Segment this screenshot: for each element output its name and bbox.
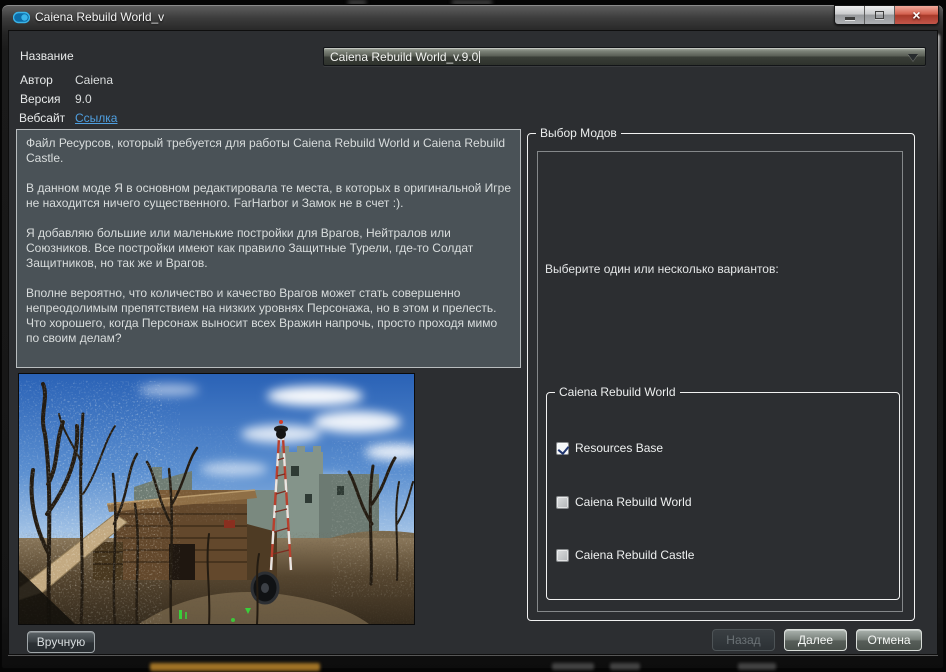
close-button[interactable]: ×	[895, 6, 938, 24]
option-label: Caiena Rebuild Castle	[575, 548, 694, 562]
frame-bottom-highlight	[8, 655, 938, 656]
cancel-button[interactable]: Отмена	[856, 629, 922, 651]
mod-version-value: Caiena Rebuild World_v.9.0	[330, 50, 478, 64]
author-value: Caiena	[75, 73, 113, 87]
window-title: Caiena Rebuild World_v	[35, 10, 164, 24]
description-paragraph: Вполне вероятно, что количество и качест…	[26, 286, 511, 346]
minimize-icon	[845, 17, 855, 20]
website-label: Вебсайт	[19, 111, 65, 125]
description-paragraph: Файл Ресурсов, который требуется для раб…	[26, 136, 511, 166]
option-label: Caiena Rebuild World	[575, 495, 692, 509]
description-paragraph: Я добавляю большие или маленькие построй…	[26, 226, 511, 271]
desktop-glimpse	[738, 663, 776, 670]
manual-button[interactable]: Вручную	[27, 631, 95, 653]
next-button[interactable]: Далее	[784, 629, 847, 651]
window-controls: ×	[834, 5, 939, 25]
text-cursor	[479, 51, 480, 63]
app-icon	[13, 11, 30, 24]
option-row-rebuild-castle[interactable]: Caiena Rebuild Castle	[556, 548, 694, 562]
desktop-glimpse	[552, 663, 594, 670]
maximize-icon	[875, 11, 884, 19]
mod-screenshot	[18, 373, 415, 625]
name-label: Название	[20, 49, 74, 63]
version-value: 9.0	[75, 92, 92, 106]
checkbox-rebuild-world[interactable]	[556, 496, 569, 509]
mod-description[interactable]: Файл Ресурсов, который требуется для раб…	[16, 129, 521, 368]
desktop-glimpse	[150, 663, 320, 671]
desktop-glimpse	[610, 663, 640, 670]
close-icon: ×	[912, 8, 920, 22]
option-row-resources-base[interactable]: Resources Base	[556, 441, 663, 455]
checkbox-resources-base[interactable]	[556, 442, 569, 455]
chevron-down-icon	[908, 54, 918, 61]
installer-window: Caiena Rebuild World_v × Название Caiena…	[0, 0, 946, 672]
version-label: Версия	[20, 92, 61, 106]
option-label: Resources Base	[575, 441, 663, 455]
mod-selection-title: Выбор Модов	[536, 126, 621, 140]
website-link[interactable]: Ссылка	[75, 111, 117, 125]
mod-version-dropdown[interactable]: Caiena Rebuild World_v.9.0	[323, 47, 926, 66]
maximize-button[interactable]	[865, 6, 895, 24]
back-button[interactable]: Назад	[712, 629, 775, 651]
minimize-button[interactable]	[835, 6, 865, 24]
option-group-title: Caiena Rebuild World	[555, 385, 680, 399]
description-paragraph: В данном моде Я в основном редактировала…	[26, 181, 511, 211]
author-label: Автор	[20, 73, 53, 87]
option-row-rebuild-world[interactable]: Caiena Rebuild World	[556, 495, 692, 509]
options-prompt: Выберите один или несколько вариантов:	[545, 262, 779, 276]
checkbox-rebuild-castle[interactable]	[556, 549, 569, 562]
